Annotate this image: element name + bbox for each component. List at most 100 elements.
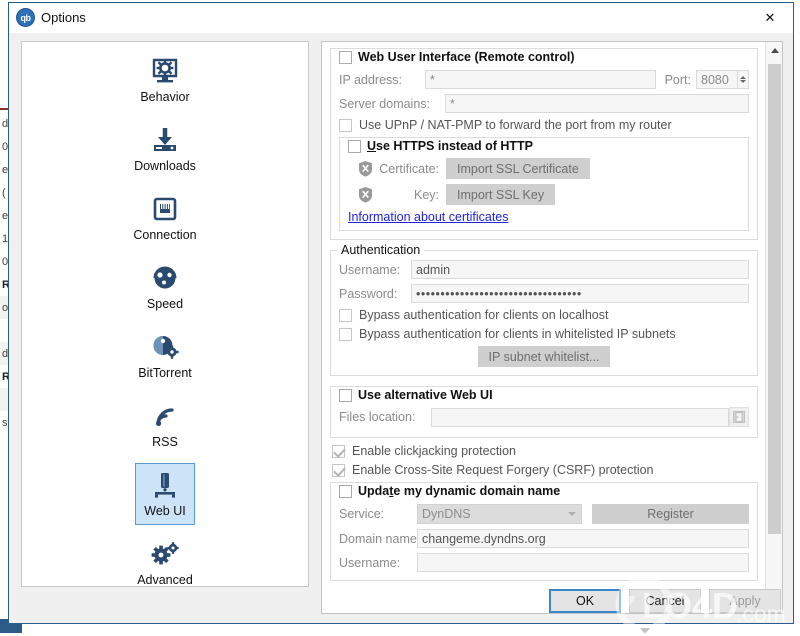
dyndns-checkbox[interactable] xyxy=(339,484,352,498)
monitor-gear-icon xyxy=(148,54,182,88)
download-arrow-icon xyxy=(148,123,182,157)
import-ssl-certificate-button[interactable]: Import SSL Certificate xyxy=(446,158,590,179)
service-label: Service: xyxy=(339,507,385,521)
sidebar-item-rss[interactable]: RSS xyxy=(22,387,308,456)
apply-button[interactable]: Apply xyxy=(709,589,781,613)
sidebar-item-label: Speed xyxy=(146,297,184,311)
bypass-subnets-label: Bypass authentication for clients in whi… xyxy=(359,327,676,341)
server-domains-input[interactable] xyxy=(445,94,749,113)
dyndns-username-label: Username: xyxy=(339,555,401,570)
ip-address-row: IP address: Port: xyxy=(339,70,749,89)
https-checkbox[interactable] xyxy=(348,139,361,153)
close-icon[interactable]: ✕ xyxy=(747,3,793,33)
scroll-up-icon[interactable] xyxy=(766,42,782,59)
username-label: Username: xyxy=(339,262,401,277)
alt-webui-label: Use alternative Web UI xyxy=(358,388,493,402)
sidebar-item-speed[interactable]: Speed xyxy=(22,249,308,318)
upnp-label: Use UPnP / NAT-PMP to forward the port f… xyxy=(359,118,672,132)
certificate-row: Certificate: Import SSL Certificate xyxy=(358,158,740,179)
panel-scrollbar[interactable] xyxy=(765,42,782,613)
csrf-row[interactable]: Enable Cross-Site Request Forgery (CSRF)… xyxy=(332,463,758,477)
alt-webui-enable-row[interactable]: Use alternative Web UI xyxy=(339,388,749,402)
service-select[interactable]: DynDNS xyxy=(417,504,582,524)
qbittorrent-app-icon: qb xyxy=(17,9,34,26)
options-dialog: qb Options ✕ Behavior Downloads Connecti… xyxy=(8,2,794,624)
sidebar-item-web-ui[interactable]: Web UI xyxy=(22,456,308,525)
dialog-buttons: OK Cancel Apply xyxy=(549,589,781,613)
domain-name-label: Domain name: xyxy=(339,531,421,546)
dyndns-username-input[interactable] xyxy=(417,553,749,572)
dyndns-label: Update my dynamic domain name xyxy=(358,484,561,498)
title-bar: qb Options ✕ xyxy=(9,3,793,33)
upnp-checkbox[interactable] xyxy=(339,118,352,132)
folder-browse-icon[interactable] xyxy=(729,407,749,427)
files-location-input[interactable] xyxy=(431,407,729,427)
register-button[interactable]: Register xyxy=(592,504,749,524)
server-domains-label: Server domains: xyxy=(339,96,431,111)
shield-x-icon xyxy=(358,160,373,177)
bypass-subnets-row[interactable]: Bypass authentication for clients in whi… xyxy=(339,327,749,341)
sidebar-item-connection[interactable]: Connection xyxy=(22,180,308,249)
https-enable-row[interactable]: Use HTTPS instead of HTTP xyxy=(348,139,740,153)
dyndns-username-row: Username: xyxy=(339,553,749,572)
domain-name-input[interactable] xyxy=(417,529,749,548)
network-port-icon xyxy=(148,192,182,226)
ip-subnet-whitelist-button[interactable]: IP subnet whitelist... xyxy=(477,346,611,367)
alt-webui-checkbox[interactable] xyxy=(339,388,352,402)
sidebar-item-bittorrent[interactable]: BitTorrent xyxy=(22,318,308,387)
ok-button[interactable]: OK xyxy=(549,589,621,613)
upnp-row[interactable]: Use UPnP / NAT-PMP to forward the port f… xyxy=(339,118,749,132)
import-ssl-key-button[interactable]: Import SSL Key xyxy=(446,184,556,205)
settings-sidebar[interactable]: Behavior Downloads Connection Speed BitT… xyxy=(21,41,309,587)
certificate-label: Certificate: xyxy=(379,161,439,176)
password-label: Password: xyxy=(339,286,398,301)
web-ui-group-label: Web User Interface (Remote control) xyxy=(358,50,575,64)
bittorrent-gear-icon xyxy=(148,330,182,364)
sidebar-item-label: Web UI xyxy=(144,504,186,518)
scrollbar-thumb[interactable] xyxy=(768,64,781,534)
files-location-label: Files location: xyxy=(339,410,416,424)
web-ui-checkbox[interactable] xyxy=(339,50,352,64)
sidebar-item-behavior[interactable]: Behavior xyxy=(22,42,308,111)
csrf-checkbox[interactable] xyxy=(332,463,345,477)
sidebar-item-label: RSS xyxy=(152,435,178,449)
password-input[interactable] xyxy=(411,284,749,303)
sidebar-item-label: BitTorrent xyxy=(138,366,192,380)
certificates-info-link[interactable]: Information about certificates xyxy=(348,210,509,224)
ip-address-input[interactable] xyxy=(425,70,656,89)
ip-address-label: IP address: xyxy=(339,72,403,87)
web-ui-enable-row[interactable]: Web User Interface (Remote control) xyxy=(339,50,749,64)
clickjacking-row[interactable]: Enable clickjacking protection xyxy=(332,444,758,458)
sidebar-item-downloads[interactable]: Downloads xyxy=(22,111,308,180)
window-title: Options xyxy=(41,10,86,25)
dialog-body: Behavior Downloads Connection Speed BitT… xyxy=(9,33,793,623)
shield-x-icon xyxy=(358,186,373,203)
sidebar-item-advanced[interactable]: Advanced xyxy=(22,525,308,587)
password-row: Password: xyxy=(339,284,749,303)
key-row: Key: Import SSL Key xyxy=(358,184,740,205)
bypass-subnets-checkbox[interactable] xyxy=(339,327,352,341)
port-input[interactable] xyxy=(696,70,738,89)
clickjacking-label: Enable clickjacking protection xyxy=(352,444,516,458)
clickjacking-checkbox[interactable] xyxy=(332,444,345,458)
alternative-webui-group: Use alternative Web UI Files location: xyxy=(330,386,758,438)
speedometer-icon xyxy=(148,261,182,295)
port-label: Port: xyxy=(664,72,691,87)
csrf-label: Enable Cross-Site Request Forgery (CSRF)… xyxy=(352,463,654,477)
port-stepper[interactable] xyxy=(738,70,749,89)
sidebar-item-label: Advanced xyxy=(137,573,193,587)
https-group: Use HTTPS instead of HTTP Certificate: I… xyxy=(339,137,749,231)
domain-name-row: Domain name: xyxy=(339,529,749,548)
username-row: Username: xyxy=(339,260,749,279)
cancel-button[interactable]: Cancel xyxy=(629,589,701,613)
bypass-localhost-row[interactable]: Bypass authentication for clients on loc… xyxy=(339,308,749,322)
authentication-group-label: Authentication xyxy=(337,243,425,257)
settings-panel: Web User Interface (Remote control) IP a… xyxy=(321,41,783,614)
dyndns-enable-row[interactable]: Update my dynamic domain name xyxy=(339,484,749,498)
key-label: Key: xyxy=(413,187,439,202)
bypass-localhost-checkbox[interactable] xyxy=(339,308,352,322)
username-input[interactable] xyxy=(411,260,749,279)
web-ui-settings: Web User Interface (Remote control) IP a… xyxy=(322,42,766,613)
sidebar-item-label: Downloads xyxy=(134,159,196,173)
sidebar-item-label: Behavior xyxy=(140,90,190,104)
